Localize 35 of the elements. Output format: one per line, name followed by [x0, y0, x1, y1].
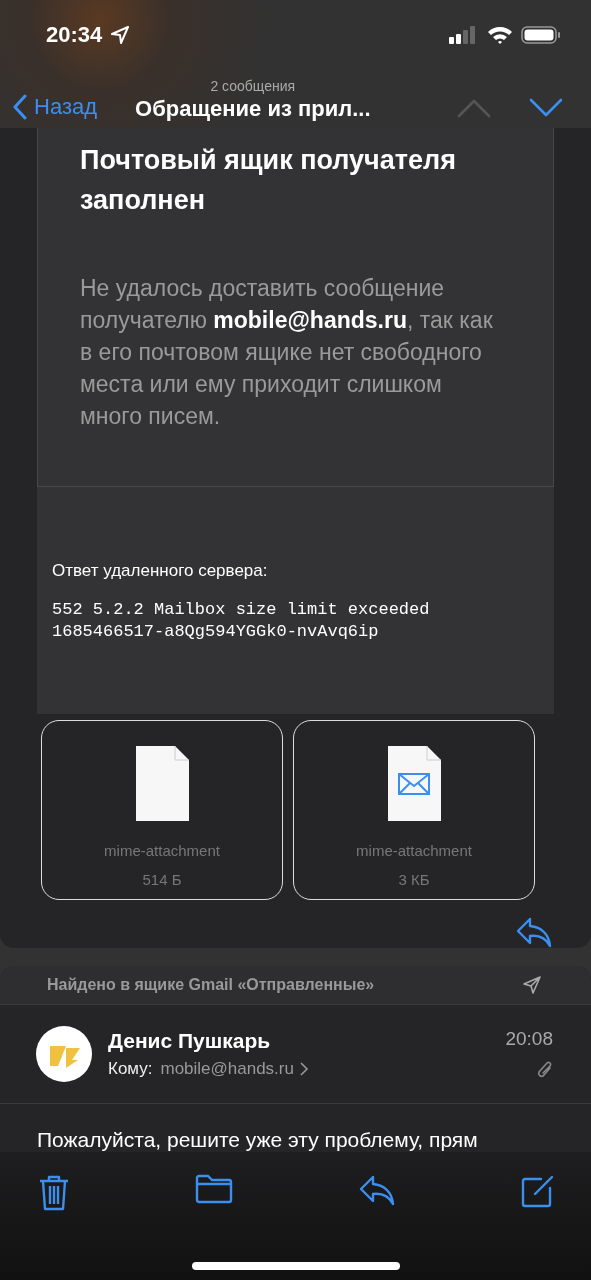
server-response-line: 1685466517-a8Qg594YGGk0-nvAvq6ip [52, 621, 380, 643]
attachment-size: 3 КБ [398, 871, 430, 888]
reply-icon [358, 1174, 396, 1206]
thread-title: Обращение из прил... [135, 96, 371, 122]
attachment-name: mime-attachment [356, 842, 472, 859]
recipient-label: Кому: [108, 1059, 153, 1079]
sender-name: Денис Пушкарь [108, 1029, 272, 1053]
email-file-icon [386, 745, 442, 822]
server-response-label: Ответ удаленного сервера: [52, 561, 269, 581]
chevron-down-icon[interactable] [529, 98, 563, 118]
message-count: 2 сообщения [210, 78, 296, 94]
reply-icon [515, 916, 553, 948]
message-time: 20:08 [505, 1028, 553, 1050]
reply-button[interactable] [515, 916, 553, 948]
attachment-size: 514 Б [142, 871, 182, 888]
chevron-right-icon [299, 1062, 309, 1076]
file-icon [134, 745, 190, 822]
message-body: Пожалуйста, решите уже эту проблему, прям [36, 1127, 479, 1152]
server-response-line: 552 5.2.2 Mailbox size limit exceeded [52, 599, 431, 621]
recipient-link[interactable]: mobile@hands.ru [160, 1059, 309, 1079]
notice-text: Не удалось доставить сообщение получателю mobile@hands.ru, так как в его почтовом ящике нет свободного места или ему приходит слишком много писем. [80, 274, 494, 431]
folder-note: Найдено в ящике Gmail «Отправленные» [47, 976, 375, 994]
attachment-tile[interactable]: mime-attachment 514 Б [41, 720, 283, 900]
battery-icon [521, 25, 561, 45]
attachment-name: mime-attachment [104, 842, 220, 859]
attachment-tile[interactable]: mime-attachment 3 КБ [293, 720, 535, 900]
trash-button[interactable] [38, 1174, 70, 1212]
location-arrow-icon [110, 25, 131, 45]
wifi-icon [487, 25, 513, 45]
clock-time: 20:34 [46, 22, 103, 48]
avatar [36, 1026, 92, 1082]
back-button[interactable]: Назад [12, 86, 98, 128]
paper-plane-icon [523, 976, 541, 994]
notice-title: Почтовый ящик получателя заполнен [80, 144, 457, 217]
chevron-left-icon [12, 94, 28, 120]
